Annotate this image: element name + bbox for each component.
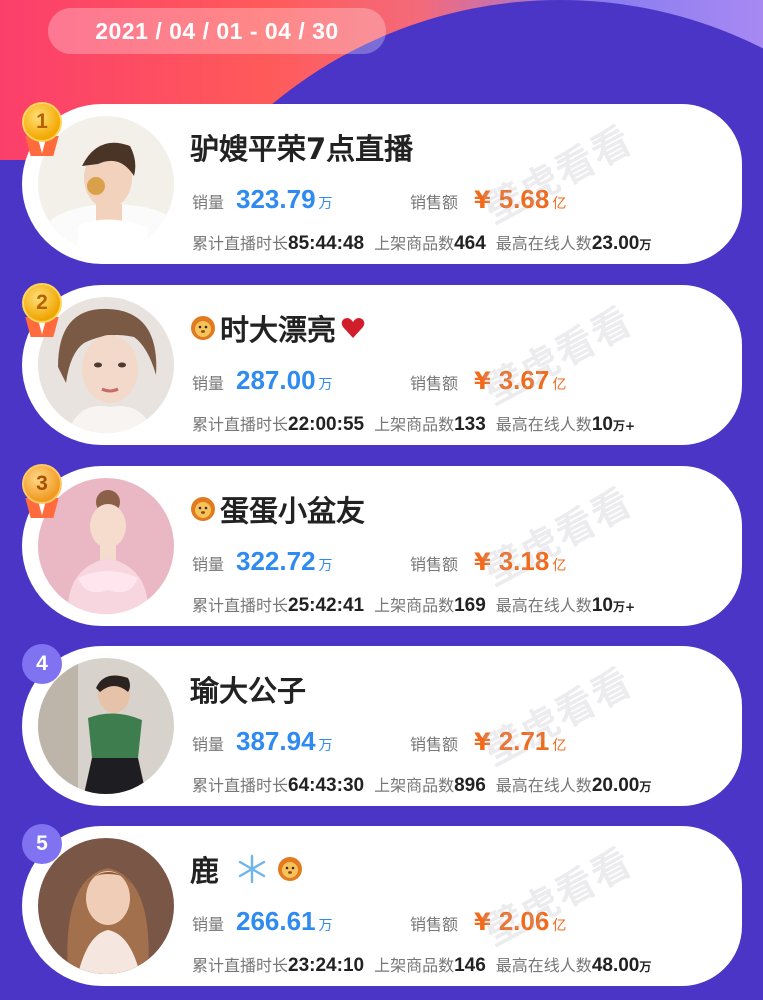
lion-icon — [278, 857, 303, 881]
stats-row: 累计直播时长 23:24:10 上架商品数 146 最高在线人数 48.00 万 — [192, 955, 652, 976]
sales-volume: 销量 387.94 万 — [192, 726, 333, 756]
sales-amount: 销售额 ¥ 5.68 亿 — [410, 184, 567, 214]
sales-amount: 销售额 ¥ 2.71 亿 — [410, 726, 567, 756]
streamer-name: 瑜大公子 — [190, 674, 307, 708]
ranking-card[interactable]: 2 时大漂亮 销量 287.00 万 销售额 ¥ 3.67 亿 累计直播时长 2… — [22, 283, 742, 445]
date-range-pill[interactable]: 2021 / 04 / 01 - 04 / 30 — [48, 8, 386, 54]
ranking-card[interactable]: 3 蛋蛋小盆友 销量 322.72 万 销售额 ¥ 3.18 亿 累计直播时长 … — [22, 464, 742, 626]
rank-badge: 3 — [22, 464, 68, 524]
snowflake-icon — [238, 854, 266, 884]
streamer-name: 蛋蛋小盆友 — [190, 488, 365, 530]
sales-amount: 销售额 ¥ 2.06 亿 — [410, 906, 567, 936]
streamer-name: 时大漂亮 — [190, 307, 366, 349]
lion-icon — [191, 316, 215, 340]
ranking-card[interactable]: 4 瑜大公子 销量 387.94 万 销售额 ¥ 2.71 亿 累计直播时长 6… — [22, 644, 742, 806]
heart-icon — [341, 318, 365, 338]
sales-amount: 销售额 ¥ 3.18 亿 — [410, 546, 567, 576]
stats-row: 累计直播时长 25:42:41 上架商品数 169 最高在线人数 10 万+ — [192, 595, 636, 616]
sales-volume: 销量 322.72 万 — [192, 546, 333, 576]
rank-badge: 4 — [22, 644, 68, 704]
sales-volume: 销量 287.00 万 — [192, 365, 333, 395]
rank-badge: 5 — [22, 824, 68, 884]
stats-row: 累计直播时长 85:44:48 上架商品数 464 最高在线人数 23.00 万 — [192, 233, 652, 254]
rank-badge: 1 — [22, 102, 68, 162]
streamer-name: 驴嫂平荣7点直播 — [190, 132, 414, 166]
streamer-name: 鹿 — [190, 848, 303, 890]
rank-badge: 2 — [22, 283, 68, 343]
sales-volume: 销量 266.61 万 — [192, 906, 333, 936]
lion-icon — [191, 497, 215, 521]
stats-row: 累计直播时长 22:00:55 上架商品数 133 最高在线人数 10 万+ — [192, 414, 636, 435]
stats-row: 累计直播时长 64:43:30 上架商品数 896 最高在线人数 20.00 万 — [192, 775, 652, 796]
ranking-card[interactable]: 1 驴嫂平荣7点直播 销量 323.79 万 销售额 ¥ 5.68 亿 累计直播… — [22, 102, 742, 264]
sales-amount: 销售额 ¥ 3.67 亿 — [410, 365, 567, 395]
ranking-card[interactable]: 5 鹿 销量 266.61 万 销售额 ¥ 2.06 亿 累计直播时长 23:2… — [22, 824, 742, 986]
sales-volume: 销量 323.79 万 — [192, 184, 333, 214]
